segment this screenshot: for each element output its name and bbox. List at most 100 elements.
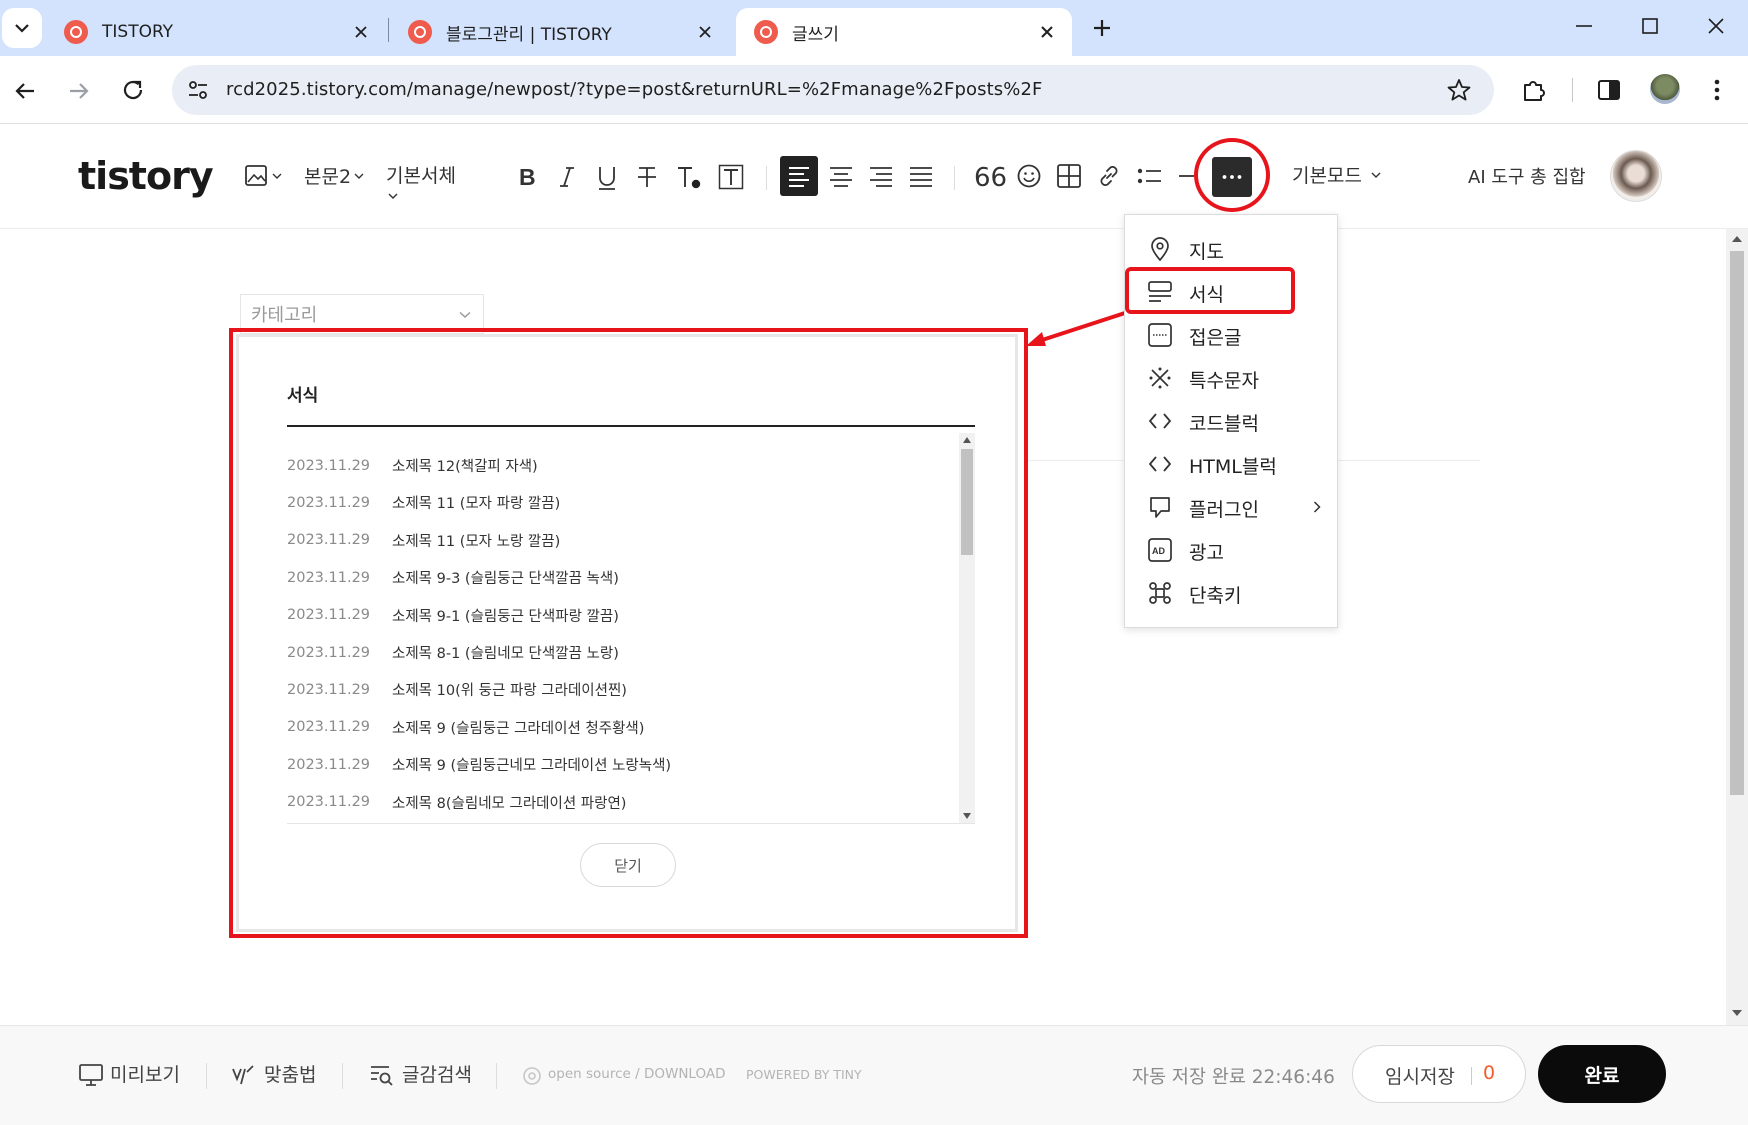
preview-label: 미리보기	[110, 1064, 180, 1086]
extensions-icon[interactable]	[1520, 76, 1548, 104]
temp-save-label: 임시저장	[1385, 1066, 1455, 1088]
font-select[interactable]: 기본서체	[386, 161, 456, 188]
close-icon[interactable]	[350, 21, 372, 43]
minimize-icon[interactable]	[1572, 14, 1596, 38]
publish-button[interactable]: 완료	[1538, 1045, 1666, 1103]
menu-item-ad[interactable]: AD 광고	[1125, 528, 1339, 571]
ai-tools-link[interactable]: AI 도구 총 집합	[1468, 163, 1586, 189]
align-left-button[interactable]	[780, 156, 818, 196]
chevron-down-icon[interactable]	[272, 172, 282, 180]
tistory-logo[interactable]: tistory	[78, 154, 214, 198]
align-center-icon[interactable]	[828, 164, 854, 188]
link-icon[interactable]	[1096, 163, 1122, 189]
tistory-favicon-icon	[64, 20, 88, 44]
temp-save-divider	[1471, 1067, 1472, 1085]
address-bar[interactable]: rcd2025.tistory.com/manage/newpost/?type…	[172, 65, 1494, 115]
tab-blog-manage[interactable]: 블로그관리 | TISTORY	[390, 8, 730, 56]
maximize-icon[interactable]	[1638, 14, 1662, 38]
bullet-list-icon[interactable]	[1136, 164, 1164, 188]
close-icon[interactable]	[694, 21, 716, 43]
code-icon	[1148, 413, 1172, 429]
toolbar-divider	[954, 166, 955, 190]
user-avatar[interactable]	[1610, 150, 1662, 202]
side-panel-icon[interactable]	[1596, 77, 1622, 103]
temp-save-count: 0	[1483, 1062, 1496, 1084]
spellcheck-icon	[232, 1065, 254, 1085]
horizontal-line-icon[interactable]	[1178, 164, 1194, 188]
shortcut-icon	[1149, 582, 1171, 604]
text-background-icon[interactable]	[718, 164, 744, 190]
menu-item-label: 코드블럭	[1189, 413, 1259, 435]
quote-icon[interactable]: 66	[974, 163, 1007, 193]
table-icon[interactable]	[1056, 163, 1082, 189]
browser-toolbar: rcd2025.tistory.com/manage/newpost/?type…	[0, 56, 1748, 124]
close-window-icon[interactable]	[1704, 14, 1728, 38]
monitor-icon	[79, 1064, 103, 1086]
menu-item-html-block[interactable]: HTML블럭	[1125, 442, 1339, 485]
bookmark-star-icon[interactable]	[1446, 77, 1472, 103]
text-color-icon[interactable]	[676, 164, 702, 190]
temp-save-button[interactable]: 임시저장 0	[1352, 1045, 1526, 1103]
chevron-down-icon	[388, 193, 398, 199]
close-icon[interactable]	[1036, 21, 1058, 43]
ad-icon: AD	[1148, 538, 1172, 562]
profile-avatar[interactable]	[1650, 74, 1680, 104]
scroll-up-icon[interactable]	[1732, 235, 1742, 243]
italic-icon[interactable]	[558, 164, 576, 190]
image-icon[interactable]	[244, 164, 270, 188]
tab-write-post[interactable]: 글쓰기	[736, 8, 1072, 56]
tab-tistory[interactable]: TISTORY	[46, 8, 386, 56]
toolbar-divider	[766, 166, 767, 190]
annotation-more-circle	[1194, 138, 1270, 212]
menu-item-map[interactable]: 지도	[1125, 227, 1339, 270]
align-left-icon	[789, 167, 809, 187]
html-icon	[1148, 456, 1172, 472]
menu-item-label: HTML블럭	[1189, 456, 1277, 478]
tab-label: TISTORY	[102, 22, 174, 42]
chevron-down-icon	[15, 24, 29, 33]
menu-item-special-char[interactable]: 특수문자	[1125, 356, 1339, 399]
annotation-modal-box	[229, 328, 1028, 938]
chevron-down-icon	[459, 311, 471, 319]
editor-footer: 미리보기 맞춤법 글감검색 open source / DOWNLOAD POW…	[0, 1025, 1748, 1125]
chevron-down-icon	[354, 173, 364, 179]
site-settings-icon[interactable]	[186, 78, 210, 102]
powered-by-label: POWERED BY TINY	[746, 1067, 862, 1082]
tistory-favicon-icon	[408, 20, 432, 44]
editor-toolbar: tistory 본문2 기본서체 B 66 기본모드 AI 도구 총 집합	[0, 124, 1748, 229]
kebab-menu-icon[interactable]	[1704, 76, 1730, 104]
editor-mode-select[interactable]: 기본모드	[1292, 161, 1362, 188]
tistory-favicon-icon	[754, 20, 778, 44]
strikethrough-icon[interactable]	[636, 164, 658, 190]
footer-divider	[342, 1063, 343, 1089]
annotation-menu-box	[1125, 267, 1295, 314]
menu-item-folded-text[interactable]: 접은글	[1125, 313, 1339, 356]
menu-item-code-block[interactable]: 코드블럭	[1125, 399, 1339, 442]
new-tab-icon[interactable]	[1086, 12, 1118, 44]
special-char-icon	[1149, 367, 1171, 389]
back-icon[interactable]	[12, 78, 38, 104]
page-scrollbar[interactable]	[1726, 229, 1748, 1025]
menu-item-shortcut[interactable]: 단축키	[1125, 571, 1339, 614]
folded-text-icon	[1148, 323, 1172, 347]
menu-item-label: 특수문자	[1189, 370, 1259, 392]
url-text[interactable]: rcd2025.tistory.com/manage/newpost/?type…	[226, 79, 1042, 100]
reload-icon[interactable]	[120, 77, 146, 103]
bold-icon[interactable]: B	[518, 164, 538, 190]
svg-text:AD: AD	[1152, 546, 1165, 556]
tab-search-button[interactable]	[2, 8, 42, 48]
paragraph-style-select[interactable]: 본문2	[304, 162, 351, 189]
menu-item-label: 지도	[1189, 241, 1224, 263]
align-justify-icon[interactable]	[908, 164, 934, 188]
footer-divider	[496, 1063, 497, 1089]
scroll-down-icon[interactable]	[1732, 1009, 1742, 1017]
align-right-icon[interactable]	[868, 164, 894, 188]
page-scroll-thumb[interactable]	[1730, 251, 1744, 795]
underline-icon[interactable]	[596, 164, 618, 192]
forward-icon[interactable]	[66, 78, 92, 104]
document-search-icon	[371, 1066, 393, 1086]
emoji-icon[interactable]	[1016, 163, 1042, 189]
toolbar-divider	[1572, 78, 1573, 102]
menu-item-label: 광고	[1189, 542, 1224, 564]
menu-item-plugin[interactable]: 플러그인	[1125, 485, 1339, 528]
